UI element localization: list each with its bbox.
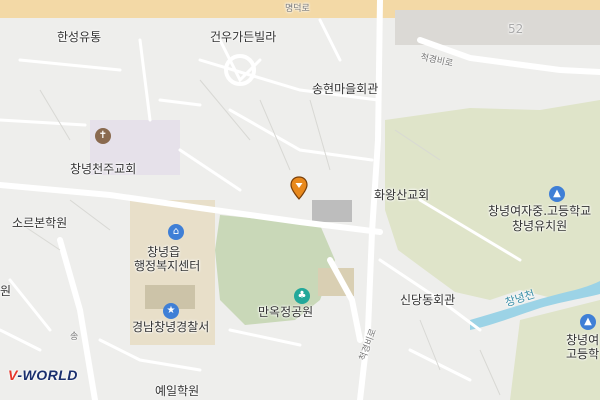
place-sorebon[interactable]: 소르본학원	[12, 216, 67, 230]
place-songhyeon[interactable]: 송현마을회관	[312, 82, 378, 96]
place-geonwoo[interactable]: 건우가든빌라	[210, 30, 276, 44]
place-girls-school[interactable]: 창녕여자중.고등학교	[488, 204, 591, 218]
school-icon-right[interactable]: ▲	[580, 314, 596, 330]
place-police[interactable]: 경남창녕경찰서	[132, 320, 209, 334]
school-icon[interactable]: ▲	[549, 186, 565, 202]
place-sindang[interactable]: 신당동회관	[400, 293, 455, 307]
place-welfare-line1[interactable]: 창녕읍	[147, 245, 180, 259]
place-welfare-line2[interactable]: 행정복지센터	[134, 259, 200, 273]
place-hwawangsan[interactable]: 화왕산교회	[374, 188, 429, 202]
place-catholic[interactable]: 창녕천주교회	[70, 162, 136, 176]
map-canvas[interactable]: 명덕로 척경비로 척경비로 송 52 창녕천 한성유통 건우가든빌라 송현마을회…	[0, 0, 600, 400]
place-left-edge: 원	[0, 284, 12, 298]
building-1	[312, 200, 352, 222]
road-left-label: 송	[70, 332, 79, 342]
place-kindergarten[interactable]: 창녕유치원	[512, 219, 567, 233]
map-base-layer	[0, 0, 600, 400]
government-office-icon[interactable]: ⌂	[168, 224, 184, 240]
church-icon[interactable]: ✝	[95, 128, 111, 144]
park-icon[interactable]: ♣	[294, 288, 310, 304]
road-number-label: 52	[508, 22, 524, 36]
location-pin-icon[interactable]	[289, 176, 309, 200]
police-icon[interactable]: ★	[163, 303, 179, 319]
place-hanseong[interactable]: 한성유통	[57, 30, 101, 44]
vworld-logo: V-WORLD	[8, 367, 78, 383]
place-park[interactable]: 만옥정공원	[258, 305, 313, 319]
place-girls-right-line2[interactable]: 고등학	[566, 347, 599, 361]
top-road-label: 명덕로	[285, 4, 310, 14]
place-girls-right-line1[interactable]: 창녕여	[566, 333, 599, 347]
place-yeil[interactable]: 예일학원	[155, 384, 199, 398]
